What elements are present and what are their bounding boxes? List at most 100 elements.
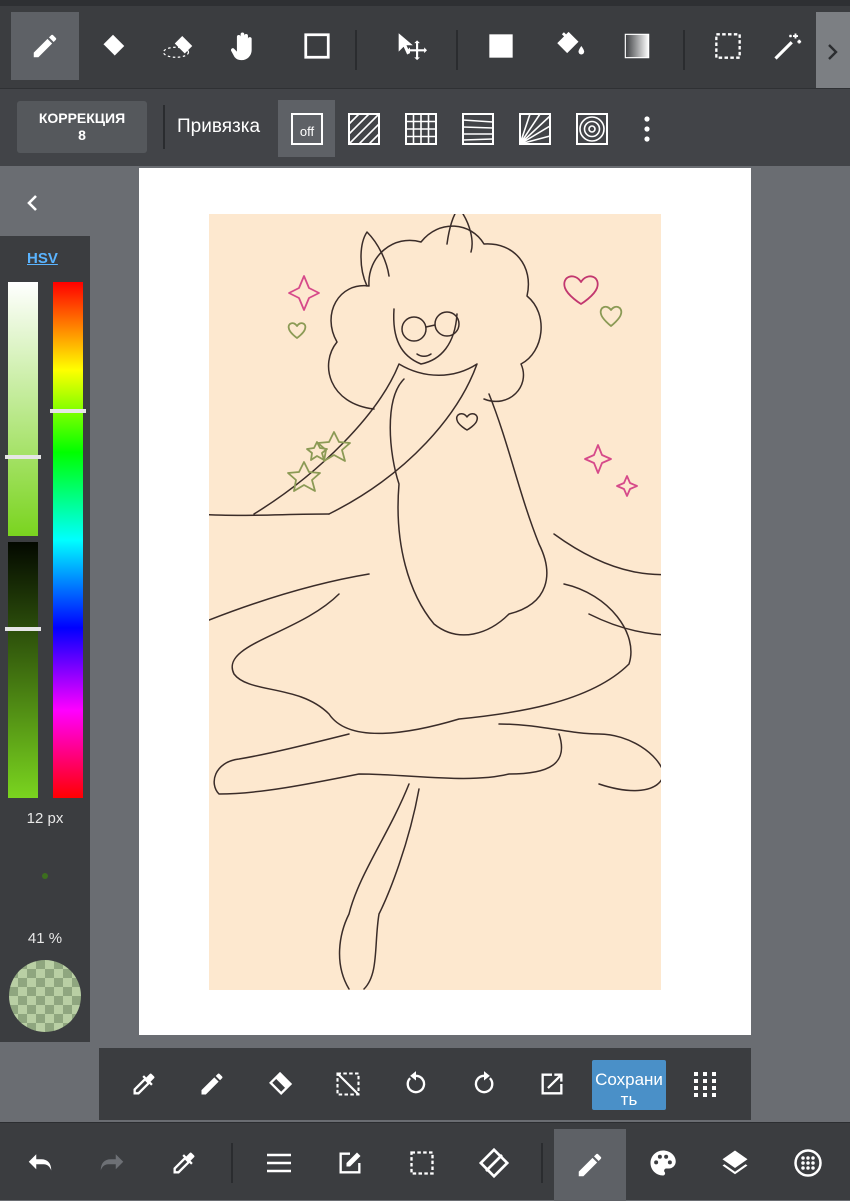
select-tool-button[interactable] [694,12,762,80]
circle-snap-icon [575,112,608,145]
bucket-tool-button[interactable] [536,12,604,80]
toolbar-separator [355,30,357,70]
gradient-icon [624,33,650,59]
radial-snap-icon [518,112,551,145]
soft-eraser-tool-button[interactable] [147,12,215,80]
opacity-label[interactable]: 41 % [0,930,90,947]
gradient-tool-button[interactable] [603,12,671,80]
selection-button[interactable] [390,1131,454,1195]
settings-button[interactable] [776,1131,840,1195]
export-button[interactable] [530,1062,574,1106]
menu-button[interactable] [247,1131,311,1195]
eraser-icon [102,34,125,57]
hand-tool-button[interactable] [210,12,278,80]
snap-off-icon: off [290,112,323,145]
drawing-canvas[interactable] [139,168,751,1035]
menu-icon [267,1153,291,1173]
toolbar-separator [683,30,685,70]
hand-icon [231,32,252,61]
correction-value: 8 [78,127,86,143]
rotate-left-icon [406,1071,426,1094]
rotate-right-icon [474,1071,494,1094]
fill-rect-tool-button[interactable] [467,12,535,80]
palette-button[interactable] [631,1131,695,1195]
move-tool-button[interactable] [376,12,444,80]
artwork-layer [209,214,661,990]
brush-button[interactable] [554,1129,626,1201]
deselect-icon [336,1072,360,1096]
chevron-left-icon [27,195,37,211]
pen-tool-button[interactable] [11,12,79,80]
brush-size-preview [42,873,48,879]
correction-label: КОРРЕКЦИЯ [38,110,126,126]
magic-wand-tool-button[interactable] [763,12,813,80]
redo-icon [100,1154,124,1171]
brush-icon [578,1153,602,1177]
eraser-tool-button[interactable] [79,12,147,80]
brush-options-toolbar: КОРРЕКЦИЯ 8 Привязка off [0,88,850,166]
redo-button[interactable] [80,1131,144,1195]
correction-button[interactable]: КОРРЕКЦИЯ 8 [17,101,147,153]
selection-icon [410,1151,434,1175]
grid-snap-icon [404,112,437,145]
parallel-snap-icon [347,112,380,145]
deselect-button[interactable] [326,1062,370,1106]
move-icon [398,33,427,61]
toolbar-expand-button[interactable] [816,12,850,92]
paint-bucket-icon [557,31,585,55]
grid-dots-icon [694,1072,716,1097]
eyedropper-nav-button[interactable] [152,1131,216,1195]
grid-snap-button[interactable] [392,100,449,157]
pen-quick-button[interactable] [190,1062,234,1106]
artwork-drawing [209,214,661,990]
layers-icon [722,1150,748,1175]
saturation-slider[interactable] [5,282,41,536]
eraser-icon [269,1071,293,1095]
eyedropper-icon [133,1073,155,1095]
eyedropper-icon [173,1152,195,1174]
palette-icon [650,1150,676,1176]
transform-icon [478,1147,510,1179]
eyedropper-button[interactable] [122,1062,166,1106]
rotate-left-button[interactable] [394,1062,438,1106]
snap-label: Привязка [177,116,261,137]
export-icon [541,1073,563,1095]
quick-actions-bar: Сохранить [99,1048,751,1120]
bottom-navigation-bar [0,1122,850,1201]
grid-menu-button[interactable] [683,1062,727,1106]
shape-tool-button[interactable] [283,12,351,80]
perspective-snap-button[interactable] [449,100,506,157]
edit-icon [339,1152,361,1174]
current-color-swatch[interactable] [9,960,81,1032]
perspective-snap-icon [461,112,494,145]
eraser-quick-button[interactable] [258,1062,302,1106]
collapse-color-panel-button[interactable] [18,188,48,218]
chevron-right-icon [828,44,838,60]
color-mode-tab[interactable]: HSV [27,250,58,267]
save-button[interactable]: Сохранить [592,1060,666,1110]
more-options-button[interactable] [624,100,670,157]
value-slider-handle[interactable] [5,627,41,631]
parallel-snap-button[interactable] [335,100,392,157]
main-toolbar [0,0,850,92]
snap-off-button[interactable]: off [278,100,335,157]
undo-button[interactable] [8,1131,72,1195]
hue-slider-handle[interactable] [50,409,86,413]
circle-snap-button[interactable] [563,100,620,157]
transform-button[interactable] [462,1131,526,1195]
value-slider[interactable] [5,542,41,798]
soft-eraser-icon [162,36,193,58]
square-outline-icon [304,33,330,59]
radial-snap-button[interactable] [506,100,563,157]
hue-slider[interactable] [50,282,86,798]
more-icon [644,115,650,142]
saturation-slider-handle[interactable] [5,455,41,459]
nav-separator [231,1143,233,1183]
brush-size-label[interactable]: 12 px [0,810,90,827]
toolbar-separator [456,30,458,70]
edit-button[interactable] [318,1131,382,1195]
magic-wand-icon [774,33,802,60]
marquee-icon [715,33,741,59]
layers-button[interactable] [703,1131,767,1195]
rotate-right-button[interactable] [462,1062,506,1106]
